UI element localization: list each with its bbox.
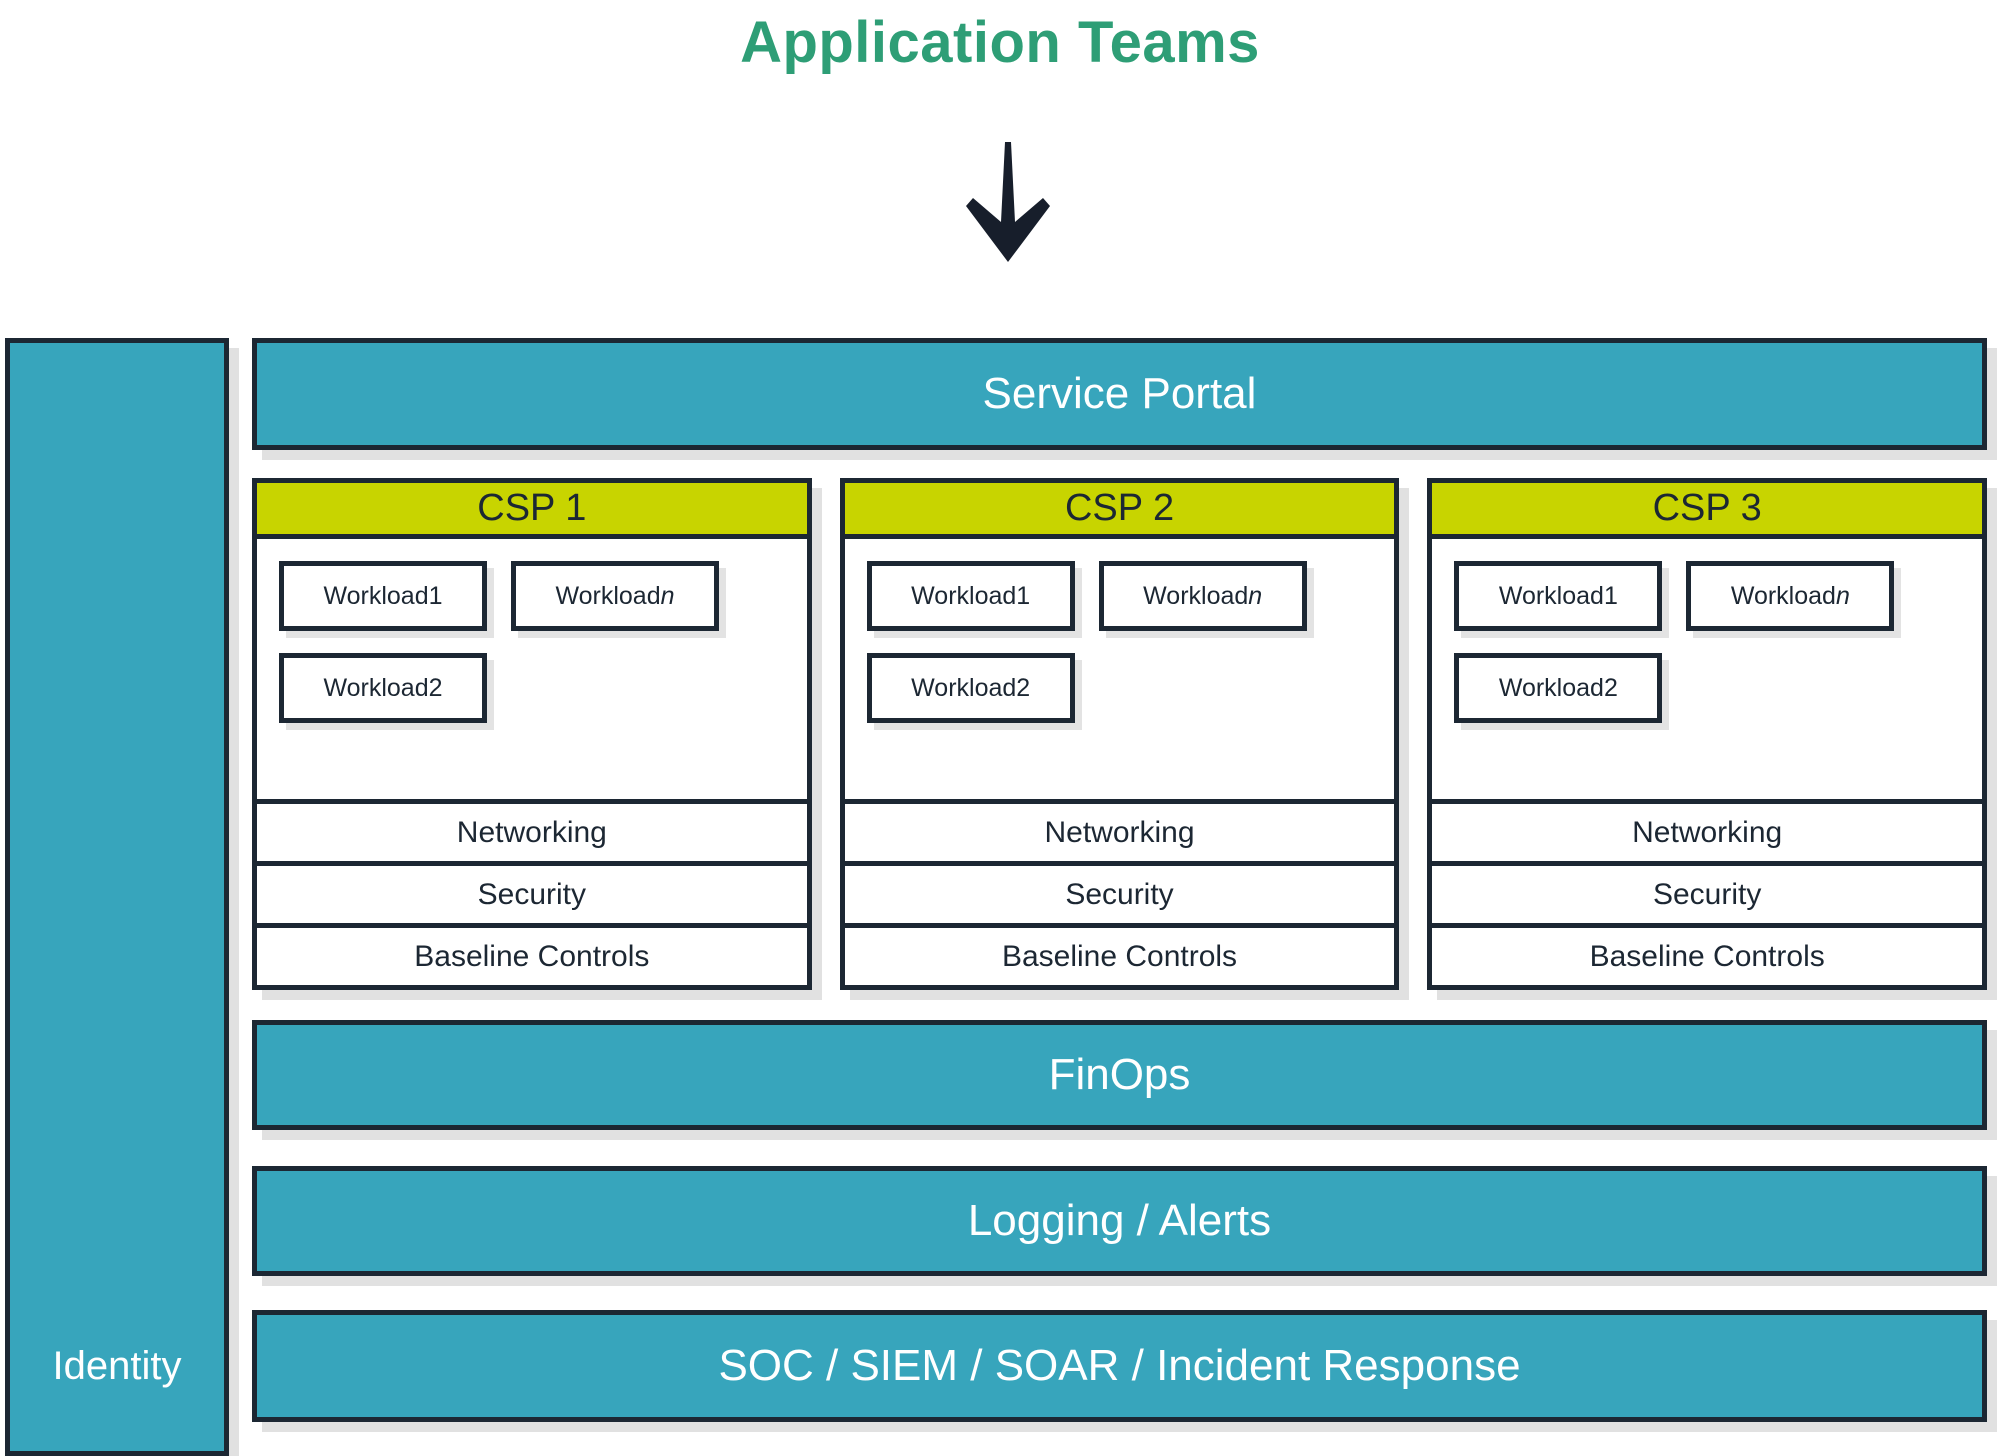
workload-index: 2 (428, 673, 443, 702)
csp-service-label: Baseline Controls (1589, 939, 1825, 973)
workload-index: n (660, 581, 675, 610)
logging-alerts-label: Logging / Alerts (967, 1196, 1272, 1245)
csp-service-label: Networking (456, 815, 607, 849)
workload-label: Workload (323, 673, 429, 702)
csp-service-networking[interactable]: Networking (844, 799, 1395, 861)
soc-siem-soar-bar[interactable]: SOC / SIEM / SOAR / Incident Response (252, 1310, 1987, 1422)
down-arrow-icon (948, 140, 1068, 270)
workload-box[interactable]: Workload n (511, 561, 719, 631)
workload-index: 2 (1016, 673, 1031, 702)
workload-label: Workload (911, 581, 1017, 610)
workload-box[interactable]: Workload 1 (1454, 561, 1663, 631)
csp-service-label: Security (477, 877, 587, 911)
service-portal-label: Service Portal (982, 369, 1257, 418)
csp-service-security[interactable]: Security (1432, 861, 1983, 923)
csp-service-networking[interactable]: Networking (1432, 799, 1983, 861)
workload-box[interactable]: Workload n (1098, 561, 1307, 631)
csp-service-label: Networking (1044, 815, 1195, 849)
csp-service-security[interactable]: Security (844, 861, 1395, 923)
workload-index: 1 (428, 581, 443, 610)
csp-workloads-3: Workload 1 Workload n Workload 2 (1432, 539, 1982, 799)
csp-panel-3[interactable]: CSP 3 Workload 1 Workload n Workload 2 N… (1427, 478, 1988, 990)
service-portal-bar[interactable]: Service Portal (252, 338, 1987, 450)
workload-row: Workload 1 Workload n (866, 561, 1395, 631)
identity-panel[interactable]: Identity (5, 338, 229, 1456)
finops-bar[interactable]: FinOps (252, 1020, 1987, 1130)
title-block: Application Teams (0, 14, 2000, 72)
workload-box[interactable]: Workload n (1686, 561, 1895, 631)
workload-box[interactable]: Workload 2 (279, 653, 487, 723)
workload-index: n (1248, 581, 1263, 610)
csp-title-2: CSP 2 (1064, 487, 1175, 529)
csp-service-label: Security (1652, 877, 1762, 911)
csp-header-2[interactable]: CSP 2 (844, 483, 1395, 539)
csp-title-1: CSP 1 (477, 487, 587, 529)
workload-label: Workload (1143, 581, 1249, 610)
finops-label: FinOps (1048, 1050, 1191, 1099)
workload-row: Workload 2 (279, 653, 807, 723)
workload-index: 1 (1603, 581, 1618, 610)
workload-index: 2 (1603, 673, 1618, 702)
logging-alerts-bar[interactable]: Logging / Alerts (252, 1166, 1987, 1276)
csp-service-label: Security (1065, 877, 1174, 911)
workload-box[interactable]: Workload 1 (279, 561, 487, 631)
csp-service-security[interactable]: Security (257, 861, 807, 923)
workload-label: Workload (555, 581, 661, 610)
csp-title-3: CSP 3 (1652, 487, 1762, 529)
identity-label: Identity (52, 1344, 182, 1388)
workload-box[interactable]: Workload 2 (1454, 653, 1663, 723)
csp-service-label: Baseline Controls (1001, 939, 1238, 973)
csp-row: CSP 1 Workload 1 Workload n Workload 2 N… (252, 478, 1988, 990)
workload-row: Workload 2 (866, 653, 1395, 723)
workload-label: Workload (1498, 673, 1604, 702)
workload-index: n (1835, 581, 1850, 610)
csp-service-label: Baseline Controls (414, 939, 650, 973)
workload-label: Workload (323, 581, 429, 610)
csp-service-baseline-controls[interactable]: Baseline Controls (844, 923, 1395, 985)
csp-header-3[interactable]: CSP 3 (1432, 483, 1983, 539)
page-title: Application Teams (740, 10, 1260, 75)
workload-label: Workload (1498, 581, 1604, 610)
platform-stack: Service Portal CSP 1 Workload 1 Workload… (252, 338, 1988, 1456)
csp-workloads-1: Workload 1 Workload n Workload 2 (257, 539, 807, 799)
csp-header-1[interactable]: CSP 1 (257, 483, 807, 539)
workload-row: Workload 2 (1454, 653, 1982, 723)
csp-service-networking[interactable]: Networking (257, 799, 807, 861)
csp-workloads-2: Workload 1 Workload n Workload 2 (845, 539, 1395, 799)
csp-service-baseline-controls[interactable]: Baseline Controls (1432, 923, 1983, 985)
workload-row: Workload 1 Workload n (1454, 561, 1982, 631)
workload-label: Workload (911, 673, 1017, 702)
workload-box[interactable]: Workload 1 (866, 561, 1075, 631)
csp-service-label: Networking (1632, 815, 1783, 849)
workload-label: Workload (1730, 581, 1836, 610)
workload-box[interactable]: Workload 2 (866, 653, 1075, 723)
soc-siem-soar-label: SOC / SIEM / SOAR / Incident Response (718, 1341, 1521, 1390)
csp-panel-1[interactable]: CSP 1 Workload 1 Workload n Workload 2 N… (252, 478, 812, 990)
csp-panel-2[interactable]: CSP 2 Workload 1 Workload n Workload 2 N… (839, 478, 1400, 990)
csp-service-baseline-controls[interactable]: Baseline Controls (257, 923, 807, 985)
workload-index: 1 (1016, 581, 1031, 610)
workload-row: Workload 1 Workload n (279, 561, 807, 631)
